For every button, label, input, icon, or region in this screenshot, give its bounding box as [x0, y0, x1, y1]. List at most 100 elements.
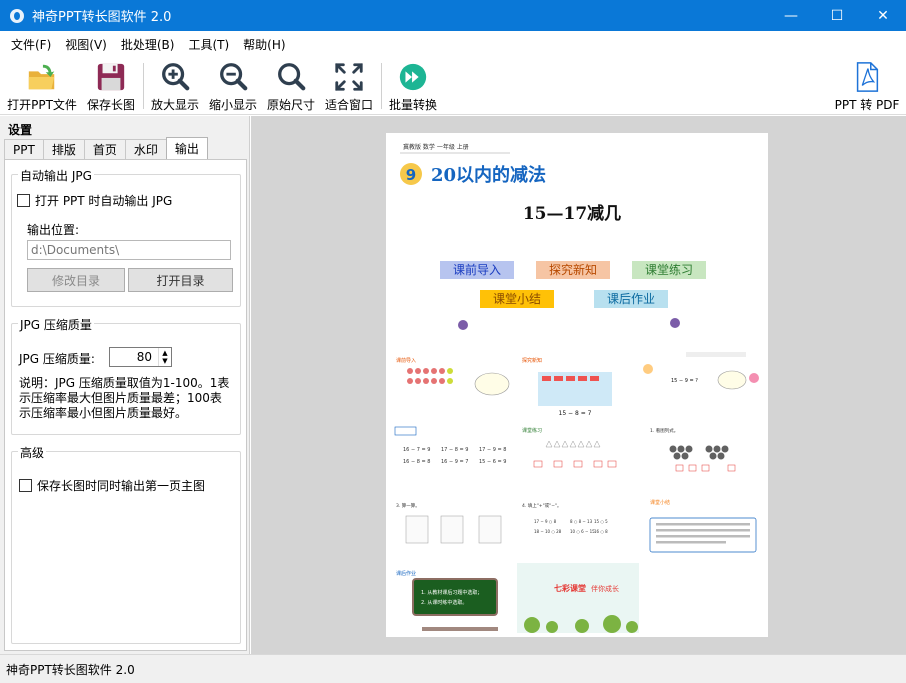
thumb-summary: 课堂小结 [649, 499, 757, 553]
window-controls: — ☐ ✕ [768, 0, 906, 31]
modify-dir-button[interactable]: 修改目录 [27, 268, 125, 292]
long-image-preview[interactable]: 冀教版 数学 一年级 上册 9 20以内的减法 15—17减几 课前导入 探究新… [386, 133, 768, 637]
zoom-in-label: 放大显示 [150, 98, 199, 112]
thumb-fill-sign-title: 4. 填上"+"或"−"。 [522, 502, 562, 509]
thumb-look-and-write: 1. 看图列式。 [650, 427, 736, 472]
zoom-out-label: 缩小显示 [208, 98, 257, 112]
svg-text:17 − 8 = 9: 17 − 8 = 9 [441, 447, 468, 453]
auto-jpg-group-title: 自动输出 JPG [18, 167, 94, 184]
thumb-practice-1: 16 − 7 = 9 17 − 8 = 9 17 − 9 = 8 16 − 8 = … [394, 426, 506, 465]
status-text: 神奇PPT转长图软件 2.0 [6, 662, 135, 677]
jpg-quality-group-title: JPG 压缩质量 [18, 316, 94, 333]
save-long-label: 保存长图 [86, 98, 135, 112]
open-folder-icon [28, 64, 55, 90]
svg-text:8 ○ 8 − 13: 8 ○ 8 − 13 [570, 519, 593, 524]
menu-tools[interactable]: 工具(T) [181, 36, 236, 53]
chevron-up-icon[interactable]: ▲ [162, 349, 167, 357]
thumb-intro: 课前导入 [396, 357, 510, 396]
auto-jpg-checkbox-row[interactable]: 打开 PPT 时自动输出 JPG [17, 192, 172, 209]
auto-jpg-checkbox[interactable] [17, 194, 30, 207]
zoom-out-button[interactable]: 缩小显示 [206, 61, 260, 113]
auto-jpg-checkbox-label: 打开 PPT 时自动输出 JPG [35, 194, 173, 208]
tab-ppt[interactable]: PPT [4, 139, 44, 159]
thumb-homework: 课后作业 1. 从教材课后习题中选取； 2. 从课时练中选取。 [396, 570, 498, 631]
svg-text:17 − 9 = 8: 17 − 9 = 8 [479, 447, 506, 453]
thumb-explore-title: 探究新知 [522, 357, 542, 364]
thumb-calc: 3. 算一算。 [396, 502, 502, 544]
svg-text:17 − 9 ○ 8: 17 − 9 ○ 8 [534, 519, 557, 524]
ppt-to-pdf-label: PPT 转 PDF [834, 98, 900, 112]
chevron-down-icon[interactable]: ▼ [162, 357, 167, 365]
advanced-group-title: 高级 [18, 444, 47, 461]
output-location-input[interactable]: d:\Documents\ [27, 240, 231, 260]
open-dir-button[interactable]: 打开目录 [128, 268, 233, 292]
thumb-fill-sign: 4. 填上"+"或"−"。 17 − 9 ○ 8 8 ○ 8 − 13 15 ○ 5… [522, 502, 608, 534]
window-title: 神奇PPT转长图软件 2.0 [32, 10, 172, 25]
thumb-intro-title: 课前导入 [396, 357, 416, 364]
fast-forward-icon [399, 63, 427, 91]
thumb-explore: 探究新知 15 − 8 = 7 [522, 357, 612, 417]
svg-text:15 ○ 5: 15 ○ 5 [594, 519, 608, 524]
menu-view[interactable]: 视图(V) [58, 36, 114, 53]
settings-tabs: PPT 排版 首页 水印 输出 [4, 137, 208, 159]
toolbar-separator [381, 63, 382, 109]
chapter-title: 20以内的减法 [431, 164, 546, 186]
advanced-checkbox-row[interactable]: 保存长图时同时输出第一页主图 [19, 477, 205, 494]
tab-output[interactable]: 输出 [165, 137, 208, 159]
thumb-practice: 课堂练习 [522, 427, 617, 468]
save-long-image-button[interactable]: 保存长图 [84, 61, 138, 113]
tab-watermark[interactable]: 水印 [124, 139, 167, 159]
settings-panel: 设置 PPT 排版 首页 水印 输出 自动输出 JPG 打开 PPT 时自动输出… [0, 116, 250, 654]
jpg-quality-value: 80 [136, 350, 152, 364]
zoom-in-button[interactable]: 放大显示 [148, 61, 202, 113]
fit-window-icon [335, 63, 363, 91]
app-icon [10, 8, 24, 23]
advanced-group: 高级 保存长图时同时输出第一页主图 [11, 444, 241, 644]
toolbar-separator [143, 63, 144, 109]
toolbar: 打开PPT文件 保存长图 放大显示 缩小显示 原始尺寸 适合窗口 批量转换 PP… [0, 57, 906, 115]
ending-slogan: 伴你成长 [591, 584, 619, 593]
menu-file[interactable]: 文件(F) [4, 36, 58, 53]
tag-explore: 探究新知 [549, 262, 597, 277]
stepper-arrows[interactable]: ▲ ▼ [158, 348, 171, 366]
jpg-quality-description: 说明：JPG 压缩质量取值为1-100。1表 示压缩率最大但图片质量最差；100… [19, 376, 230, 420]
fit-window-label: 适合窗口 [324, 98, 373, 112]
svg-text:15 − 6 = 9: 15 − 6 = 9 [479, 459, 506, 465]
close-button[interactable]: ✕ [860, 0, 906, 31]
preview-header-text: 冀教版 数学 一年级 上册 [403, 143, 469, 151]
svg-text:16 − 8 = 8: 16 − 8 = 8 [403, 459, 430, 465]
thumb-homework-title: 课后作业 [396, 570, 416, 577]
title-bar: 神奇PPT转长图软件 2.0 — ☐ ✕ [0, 0, 906, 31]
svg-text:16 − 7 = 9: 16 − 7 = 9 [403, 447, 430, 453]
original-size-label: 原始尺寸 [266, 98, 315, 112]
preview-area[interactable]: 冀教版 数学 一年级 上册 9 20以内的减法 15—17减几 课前导入 探究新… [251, 116, 906, 654]
output-tab-page: 自动输出 JPG 打开 PPT 时自动输出 JPG 输出位置: d:\Docum… [4, 159, 247, 651]
thumb-homework-line2: 2. 从课时练中选取。 [421, 599, 467, 606]
fit-window-button[interactable]: 适合窗口 [322, 61, 376, 113]
open-ppt-button[interactable]: 打开PPT文件 [6, 61, 78, 113]
menu-batch[interactable]: 批处理(B) [114, 36, 182, 53]
menu-help[interactable]: 帮助(H) [236, 36, 292, 53]
open-ppt-label: 打开PPT文件 [7, 98, 77, 112]
lesson-subtitle: 15—17减几 [523, 203, 621, 224]
tag-practice: 课堂练习 [645, 262, 693, 277]
save-first-page-checkbox[interactable] [19, 479, 32, 492]
zoom-out-icon [220, 63, 248, 91]
tab-layout[interactable]: 排版 [42, 139, 85, 159]
tab-cover[interactable]: 首页 [83, 139, 126, 159]
jpg-quality-stepper[interactable]: 80 ▲ ▼ [109, 347, 172, 367]
batch-convert-button[interactable]: 批量转换 [386, 61, 440, 113]
chapter-number: 9 [406, 166, 416, 184]
ending-brand: 七彩课堂 [554, 583, 586, 593]
tag-intro: 课前导入 [453, 262, 501, 277]
ppt-to-pdf-button[interactable]: PPT 转 PDF [832, 61, 902, 113]
zoom-in-icon [162, 63, 190, 91]
tag-summary: 课堂小结 [493, 292, 541, 306]
maximize-button[interactable]: ☐ [814, 0, 860, 31]
original-size-button[interactable]: 原始尺寸 [264, 61, 318, 113]
bug-icon [670, 318, 680, 328]
minimize-button[interactable]: — [768, 0, 814, 31]
magnifier-icon [278, 63, 306, 91]
svg-text:10 ○ 6 − 15: 10 ○ 6 − 15 [570, 529, 595, 534]
auto-jpg-group: 自动输出 JPG 打开 PPT 时自动输出 JPG 输出位置: d:\Docum… [11, 167, 241, 307]
